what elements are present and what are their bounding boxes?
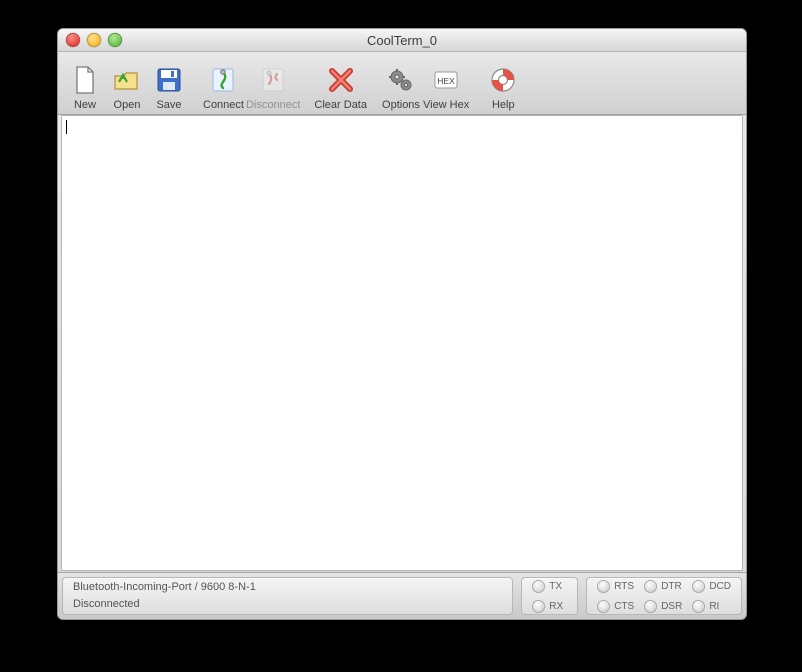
window-title: CoolTerm_0 (367, 33, 437, 48)
dcd-indicator: DCD (692, 577, 731, 595)
lifebuoy-icon (487, 64, 519, 96)
toolbar-label: Help (492, 99, 515, 111)
indicator-label: DTR (661, 581, 682, 592)
zoom-icon[interactable] (108, 33, 122, 47)
led-icon (644, 600, 657, 613)
folder-open-icon (111, 64, 143, 96)
rts-indicator: RTS (597, 577, 634, 595)
dsr-indicator: DSR (644, 597, 682, 615)
terminal-output[interactable] (61, 115, 743, 571)
indicator-label: DSR (661, 601, 682, 612)
connection-state: Disconnected (73, 596, 502, 613)
toolbar-label: Clear Data (314, 99, 367, 111)
toolbar-label: Disconnect (246, 99, 300, 111)
help-button[interactable]: Help (482, 55, 524, 111)
led-icon (532, 600, 545, 613)
tx-indicator: TX (532, 577, 563, 595)
unplug-icon (257, 64, 289, 96)
gears-icon (385, 64, 417, 96)
port-info: Bluetooth-Incoming-Port / 9600 8-N-1 (73, 579, 502, 596)
x-icon (325, 64, 357, 96)
port-status-panel: Bluetooth-Incoming-Port / 9600 8-N-1 Dis… (62, 577, 513, 615)
indicator-label: TX (549, 581, 562, 592)
open-button[interactable]: Open (106, 55, 148, 111)
dtr-indicator: DTR (644, 577, 682, 595)
toolbar-label: Options (382, 99, 420, 111)
titlebar: CoolTerm_0 (58, 29, 746, 52)
led-icon (692, 580, 705, 593)
toolbar-label: New (74, 99, 96, 111)
window-controls (66, 33, 122, 47)
indicator-label: CTS (614, 601, 634, 612)
close-icon[interactable] (66, 33, 80, 47)
clear-data-button[interactable]: Clear Data (313, 55, 368, 111)
view-hex-button[interactable]: HEX View Hex (422, 55, 470, 111)
connect-button[interactable]: Connect (202, 55, 245, 111)
toolbar-label: View Hex (423, 99, 469, 111)
indicator-label: RX (549, 601, 563, 612)
toolbar: New Open Save (58, 52, 746, 115)
plug-icon (207, 64, 239, 96)
save-button[interactable]: Save (148, 55, 190, 111)
floppy-icon (153, 64, 185, 96)
cts-indicator: CTS (597, 597, 634, 615)
led-icon (597, 580, 610, 593)
indicator-label: DCD (709, 581, 731, 592)
lines-panel: RTS DTR DCD CTS DSR (586, 577, 742, 615)
rx-indicator: RX (532, 597, 563, 615)
indicator-label: RI (709, 601, 719, 612)
indicator-label: RTS (614, 581, 634, 592)
led-icon (692, 600, 705, 613)
text-cursor (66, 120, 67, 134)
minimize-icon[interactable] (87, 33, 101, 47)
hex-icon: HEX (430, 64, 462, 96)
disconnect-button: Disconnect (245, 55, 301, 111)
toolbar-label: Open (114, 99, 141, 111)
ri-indicator: RI (692, 597, 731, 615)
led-icon (644, 580, 657, 593)
file-icon (69, 64, 101, 96)
options-button[interactable]: Options (380, 55, 422, 111)
new-button[interactable]: New (64, 55, 106, 111)
led-icon (532, 580, 545, 593)
svg-text:HEX: HEX (437, 76, 455, 86)
app-window: CoolTerm_0 New Open (57, 28, 747, 620)
led-icon (597, 600, 610, 613)
status-bar: Bluetooth-Incoming-Port / 9600 8-N-1 Dis… (58, 572, 746, 619)
toolbar-label: Connect (203, 99, 244, 111)
toolbar-label: Save (156, 99, 181, 111)
txrx-panel: TX RX (521, 577, 578, 615)
